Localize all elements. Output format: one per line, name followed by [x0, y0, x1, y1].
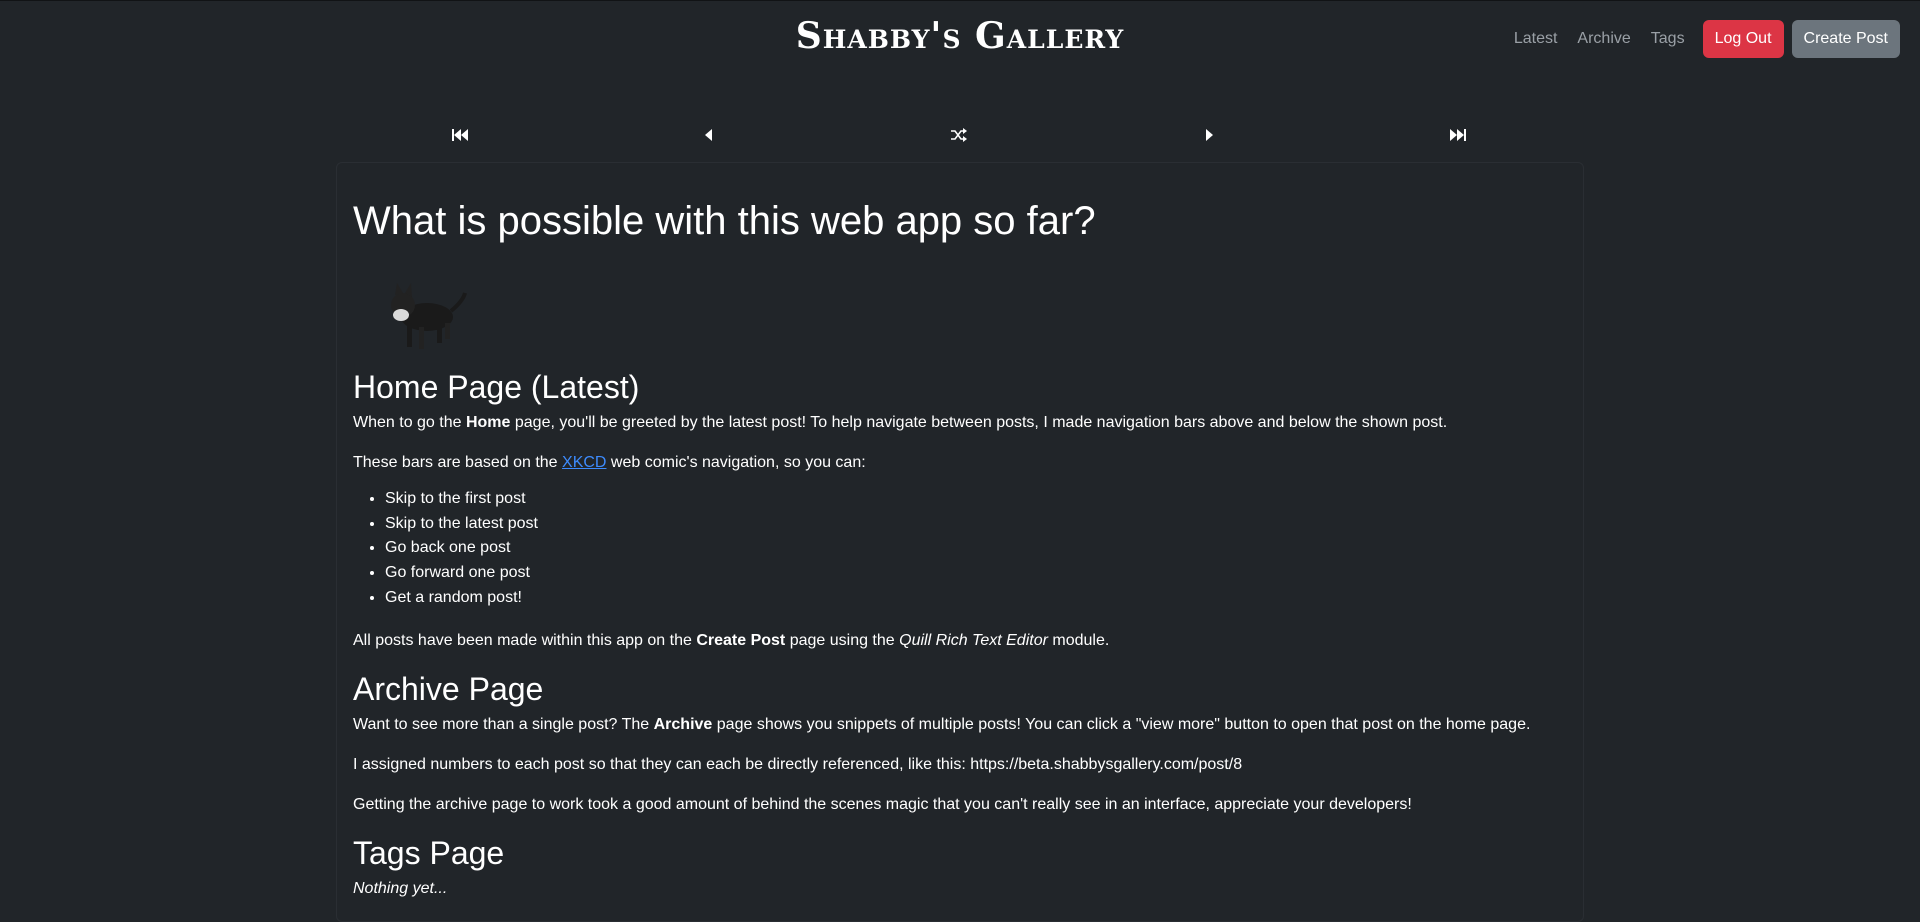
post-content: What is possible with this web app so fa… — [337, 163, 1583, 899]
nav-link-latest[interactable]: Latest — [1504, 30, 1568, 48]
random-icon[interactable] — [939, 118, 979, 152]
navigation-features-list: Skip to the first post Skip to the lates… — [353, 487, 1567, 611]
skip-to-first-icon[interactable] — [440, 118, 480, 152]
archive-paragraph-1: Want to see more than a single post? The… — [353, 715, 1531, 733]
post-card: What is possible with this web app so fa… — [336, 162, 1584, 922]
nav-menu: Latest Archive Tags Log Out Create Post — [1504, 20, 1900, 58]
section-heading-archive: Archive Page — [353, 670, 544, 707]
archive-paragraph-3: Getting the archive page to work took a … — [353, 795, 1412, 813]
home-paragraph-2: These bars are based on the XKCD web com… — [353, 454, 866, 471]
section-heading-tags: Tags Page — [353, 834, 505, 871]
post-navigation-bar — [336, 118, 1584, 152]
section-heading-home: Home Page (Latest) — [353, 369, 640, 405]
post-title: What is possible with this web app so fa… — [353, 199, 1096, 243]
tags-paragraph-1: Nothing yet... — [353, 879, 448, 897]
previous-icon[interactable] — [689, 118, 729, 152]
post-image-cat — [379, 271, 469, 355]
top-navbar: Shabby's Gallery Latest Archive Tags Log… — [0, 1, 1920, 79]
list-item: Go forward one post — [385, 561, 1567, 586]
list-item: Get a random post! — [385, 586, 1567, 611]
logout-button[interactable]: Log Out — [1702, 20, 1784, 58]
list-item: Skip to the first post — [385, 487, 1567, 512]
list-item: Skip to the latest post — [385, 512, 1567, 537]
nav-link-archive[interactable]: Archive — [1567, 30, 1640, 48]
home-paragraph-3: All posts have been made within this app… — [353, 631, 1110, 649]
next-icon[interactable] — [1189, 118, 1229, 152]
create-post-button[interactable]: Create Post — [1791, 20, 1900, 58]
nav-link-tags[interactable]: Tags — [1641, 30, 1695, 48]
xkcd-link[interactable]: XKCD — [562, 454, 606, 471]
skip-to-latest-icon[interactable] — [1438, 118, 1478, 152]
archive-paragraph-2: I assigned numbers to each post so that … — [353, 755, 1243, 773]
list-item: Go back one post — [385, 536, 1567, 561]
home-paragraph-1: When to go the Home page, you'll be gree… — [353, 414, 1448, 431]
